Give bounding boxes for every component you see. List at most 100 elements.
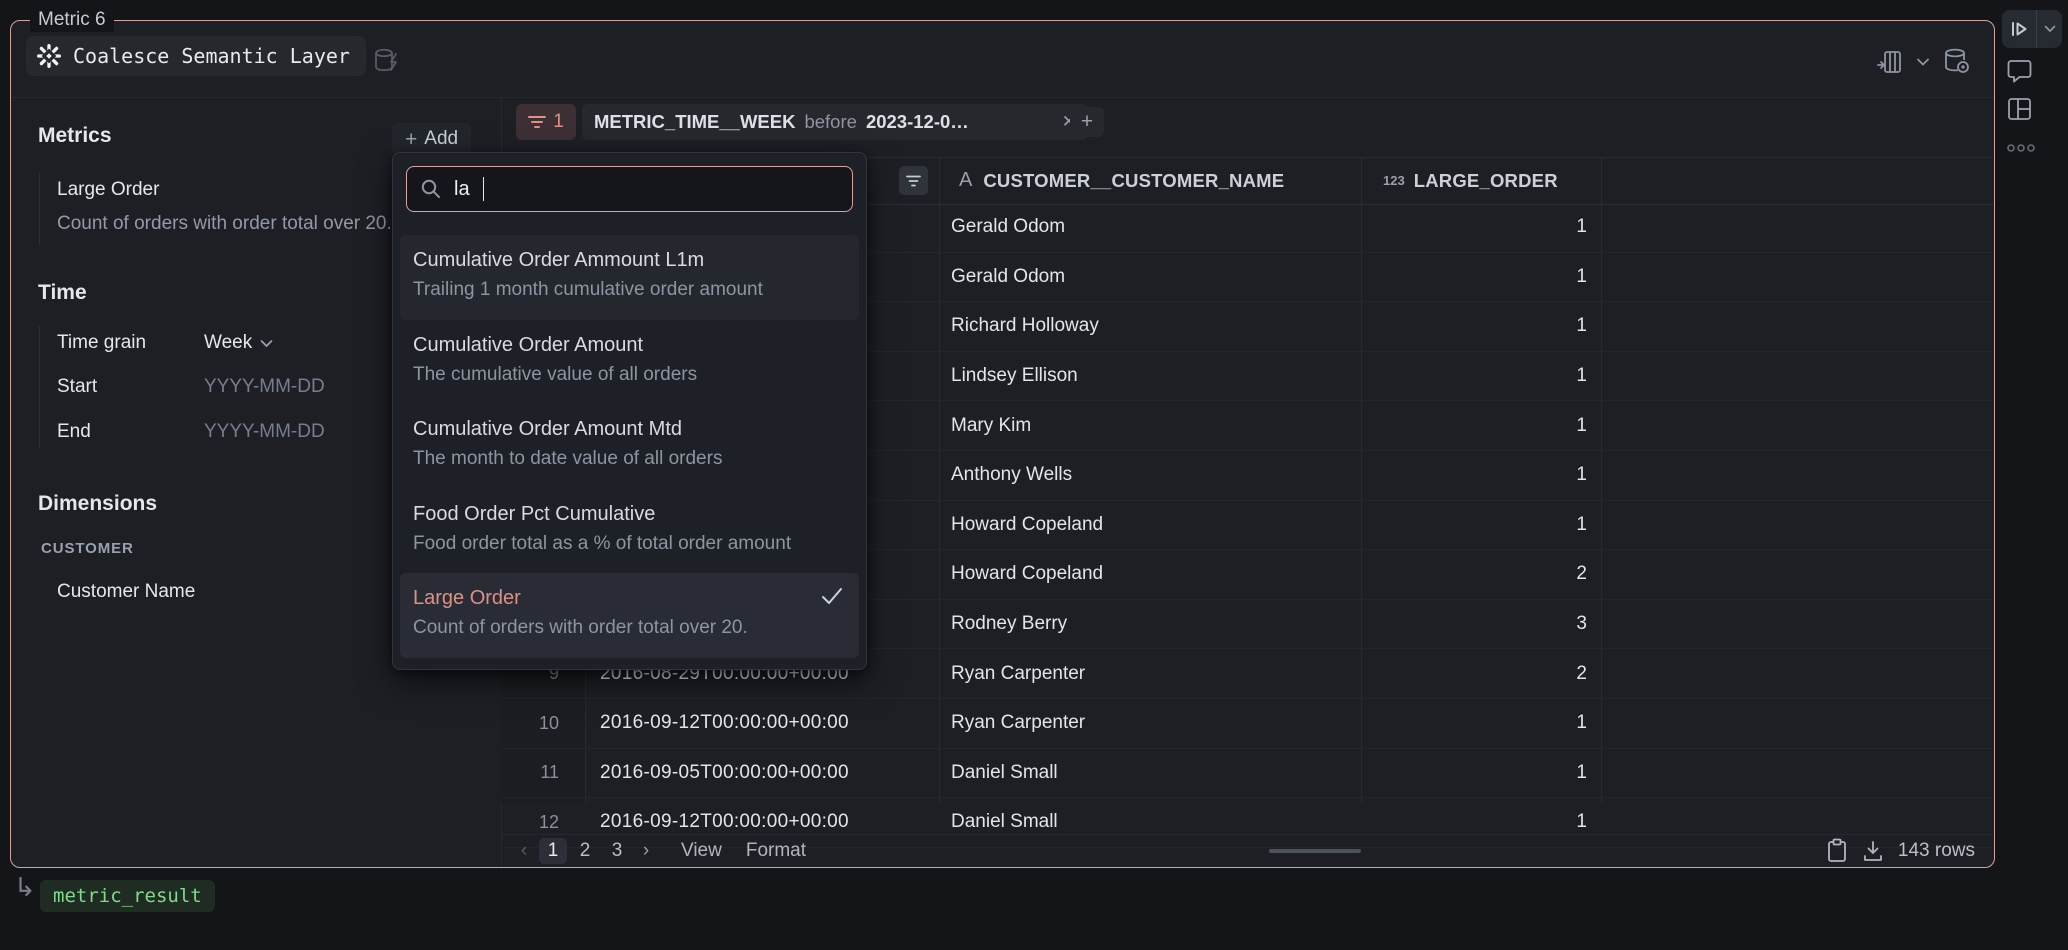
cell-large-order: 1 [1361, 762, 1601, 784]
view-tab[interactable]: View [681, 840, 722, 862]
run-cell-button[interactable] [2002, 10, 2037, 48]
cell-customer-name: Richard Holloway [939, 315, 1361, 337]
indent-guide [39, 173, 40, 245]
metric-option-title: Cumulative Order Ammount L1m [413, 245, 846, 275]
semantic-layer-cell: Coalesce Semantic Layer [10, 20, 1995, 868]
cell-large-order: 1 [1361, 216, 1601, 238]
metric-option-title: Food Order Pct Cumulative [413, 499, 846, 529]
filter-icon [528, 115, 546, 129]
end-label: End [57, 421, 91, 443]
cell-customer-name: Howard Copeland [939, 563, 1361, 585]
more-options-icon[interactable] [2006, 143, 2036, 153]
filter-count-badge[interactable]: 1 [516, 104, 576, 140]
row-number: 11 [501, 762, 585, 783]
add-filter-button[interactable]: + [1070, 107, 1104, 137]
column-header-customer-name[interactable]: A CUSTOMER__CUSTOMER_NAME [959, 158, 1284, 203]
page-button-2[interactable]: 2 [571, 838, 599, 864]
metric-option[interactable]: Food Order Pct Cumulative Food order tot… [400, 489, 859, 574]
database-preview-icon[interactable] [1942, 47, 1972, 77]
add-metric-button[interactable]: + Add [392, 123, 471, 155]
row-count-label: 143 rows [1898, 840, 1975, 862]
time-heading: Time [38, 281, 87, 305]
time-grain-select[interactable]: Week [204, 332, 273, 354]
metric-option[interactable]: Cumulative Order Amount Mtd The month to… [400, 404, 859, 489]
download-icon[interactable] [1861, 839, 1885, 863]
run-options-chevron-icon[interactable] [2037, 10, 2062, 48]
next-page-icon[interactable]: › [635, 840, 657, 862]
dimension-item-customer-name[interactable]: Customer Name [57, 581, 195, 603]
cell-metric-time-week: 2016-09-05T00:00:00+00:00 [585, 762, 939, 784]
search-query: la [454, 178, 470, 201]
comment-icon[interactable] [2006, 58, 2033, 84]
format-tab[interactable]: Format [746, 840, 806, 862]
page-button-1[interactable]: 1 [539, 838, 567, 864]
metric-option-description: The cumulative value of all orders [413, 360, 846, 390]
snowflake-icon [36, 43, 62, 69]
horizontal-scrollbar[interactable] [1269, 849, 1361, 853]
metric-option-title: Large Order [413, 583, 846, 613]
dimension-group-label: CUSTOMER [41, 540, 134, 557]
start-date-input[interactable]: YYYY-MM-DD [204, 376, 325, 398]
end-date-input[interactable]: YYYY-MM-DD [204, 421, 325, 443]
metric-option-description: Trailing 1 month cumulative order amount [413, 275, 846, 305]
filter-operator: before [804, 111, 856, 133]
metric-option[interactable]: Cumulative Order Ammount L1m Trailing 1 … [400, 235, 859, 320]
metrics-heading: Metrics [38, 124, 112, 148]
cell-customer-name: Ryan Carpenter [939, 663, 1361, 685]
database-lightning-icon [371, 47, 405, 77]
selected-metric-name[interactable]: Large Order [57, 179, 159, 201]
filter-icon [906, 175, 921, 187]
selected-metric-description: Count of orders with order total over 20… [57, 213, 392, 235]
metric-option-description: Food order total as a % of total order a… [413, 529, 846, 559]
source-chip[interactable]: Coalesce Semantic Layer [26, 36, 366, 76]
metric-option-description: Count of orders with order total over 20… [413, 613, 846, 643]
start-label: Start [57, 376, 97, 398]
output-arrow-icon: ↳ [14, 872, 36, 903]
column-header-large-order[interactable]: 123 LARGE_ORDER [1383, 158, 1558, 203]
metric-search-dropdown: la Cumulative Order Ammount L1m Trailing… [392, 152, 867, 670]
cell-customer-name: Mary Kim [939, 415, 1361, 437]
metric-search-input[interactable]: la [406, 166, 853, 212]
column-filter-button[interactable] [899, 166, 928, 195]
filter-value: 2023-12-0… [866, 111, 969, 133]
cell-large-order: 2 [1361, 563, 1601, 585]
table-row[interactable]: 10 2016-09-12T00:00:00+00:00 Ryan Carpen… [501, 699, 1993, 749]
cell-large-order: 1 [1361, 266, 1601, 288]
copy-table-icon[interactable] [1826, 838, 1848, 863]
cell-customer-name: Gerald Odom [939, 216, 1361, 238]
run-button-group [2002, 10, 2062, 48]
header-divider [11, 97, 1994, 98]
metric-option[interactable]: Large Order Count of orders with order t… [400, 573, 859, 658]
filter-chip[interactable]: METRIC_TIME__WEEK before 2023-12-0… ✕ [582, 104, 1088, 140]
metric-option-title: Cumulative Order Amount Mtd [413, 414, 846, 444]
metric-option-description: The month to date value of all orders [413, 444, 846, 474]
page-button-3[interactable]: 3 [603, 838, 631, 864]
layout-panel-icon[interactable] [2006, 96, 2033, 122]
cell-title[interactable]: Metric 6 [30, 8, 114, 32]
cell-customer-name: Rodney Berry [939, 613, 1361, 635]
cell-customer-name: Ryan Carpenter [939, 712, 1361, 734]
cell-large-order: 1 [1361, 514, 1601, 536]
cell-metric-time-week: 2016-09-12T00:00:00+00:00 [585, 811, 939, 833]
cell-large-order: 1 [1361, 315, 1601, 337]
pagination: ‹ 1 2 3 › [513, 838, 657, 864]
cell-large-order: 2 [1361, 663, 1601, 685]
string-type-icon: A [959, 169, 972, 192]
cell-customer-name: Howard Copeland [939, 514, 1361, 536]
metric-option-title: Cumulative Order Amount [413, 330, 846, 360]
row-number: 12 [501, 812, 585, 833]
filter-field: METRIC_TIME__WEEK [594, 111, 795, 133]
metric-option[interactable]: Cumulative Order Amount The cumulative v… [400, 320, 859, 405]
output-variable-chip[interactable]: metric_result [40, 880, 215, 912]
chevron-down-icon[interactable] [1916, 57, 1930, 67]
table-row[interactable]: 11 2016-09-05T00:00:00+00:00 Daniel Smal… [501, 749, 1993, 799]
view-output-table-icon[interactable] [1876, 49, 1904, 75]
cell-customer-name: Gerald Odom [939, 266, 1361, 288]
prev-page-icon[interactable]: ‹ [513, 840, 535, 862]
dimensions-heading: Dimensions [38, 492, 157, 516]
chevron-down-icon [260, 339, 273, 348]
source-title: Coalesce Semantic Layer [73, 44, 350, 68]
cell-large-order: 1 [1361, 712, 1601, 734]
cell-large-order: 1 [1361, 464, 1601, 486]
plus-icon: + [405, 129, 417, 150]
